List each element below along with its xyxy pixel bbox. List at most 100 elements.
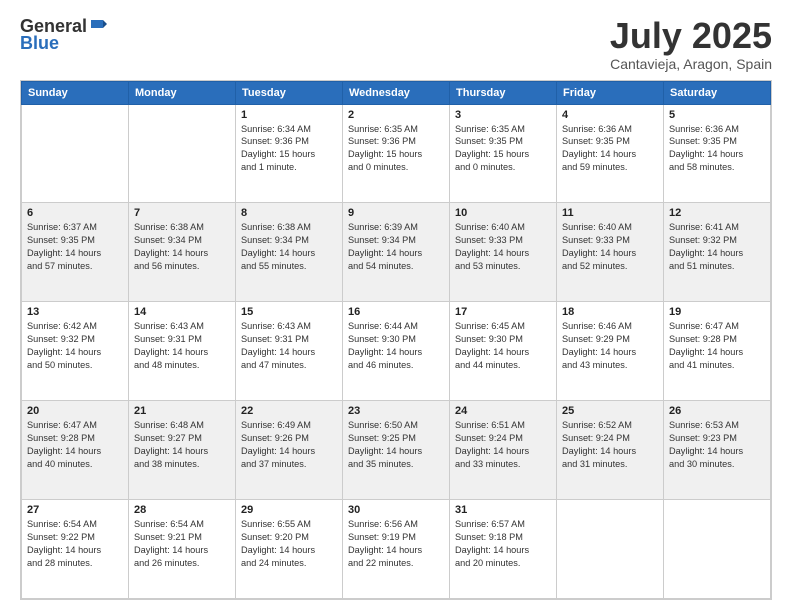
cell-day-number: 8	[241, 207, 337, 219]
cell-info-text: Sunrise: 6:50 AM Sunset: 9:25 PM Dayligh…	[348, 419, 444, 471]
calendar-cell	[129, 104, 236, 203]
cell-day-number: 25	[562, 405, 658, 417]
cell-info-text: Sunrise: 6:53 AM Sunset: 9:23 PM Dayligh…	[669, 419, 765, 471]
cell-info-text: Sunrise: 6:57 AM Sunset: 9:18 PM Dayligh…	[455, 518, 551, 570]
cell-info-text: Sunrise: 6:56 AM Sunset: 9:19 PM Dayligh…	[348, 518, 444, 570]
cell-day-number: 1	[241, 109, 337, 121]
weekday-sunday: Sunday	[22, 81, 129, 104]
calendar-cell: 28Sunrise: 6:54 AM Sunset: 9:21 PM Dayli…	[129, 500, 236, 599]
cell-info-text: Sunrise: 6:52 AM Sunset: 9:24 PM Dayligh…	[562, 419, 658, 471]
weekday-wednesday: Wednesday	[343, 81, 450, 104]
cell-info-text: Sunrise: 6:47 AM Sunset: 9:28 PM Dayligh…	[27, 419, 123, 471]
weekday-saturday: Saturday	[664, 81, 771, 104]
calendar-cell: 25 Sunrise: 6:52 AM Sunset: 9:24 PM Dayli…	[557, 401, 664, 500]
calendar-cell: 16 Sunrise: 6:44 AM Sunset: 9:30 PM Dayli…	[343, 302, 450, 401]
cell-info-text: Sunrise: 6:54 AM Sunset: 9:22 PM Dayligh…	[27, 518, 123, 570]
page: General Blue July 2025 Cantavieja, Arago…	[0, 0, 792, 612]
calendar-cell: 4 Sunrise: 6:36 AM Sunset: 9:35 PM Daylig…	[557, 104, 664, 203]
cell-info-text: Sunrise: 6:38 AM Sunset: 9:34 PM Dayligh…	[241, 221, 337, 273]
cell-day-number: 26	[669, 405, 765, 417]
cell-info-text: Sunrise: 6:36 AM Sunset: 9:35 PM Dayligh…	[669, 123, 765, 175]
cell-info-text: Sunrise: 6:44 AM Sunset: 9:30 PM Dayligh…	[348, 320, 444, 372]
cell-day-number: 14	[134, 306, 230, 318]
cell-day-number: 19	[669, 306, 765, 318]
cell-day-number: 17	[455, 306, 551, 318]
cell-info-text: Sunrise: 6:45 AM Sunset: 9:30 PM Dayligh…	[455, 320, 551, 372]
cell-day-number: 9	[348, 207, 444, 219]
cell-day-number: 20	[27, 405, 123, 417]
cell-day-number: 21	[134, 405, 230, 417]
cell-day-number: 24	[455, 405, 551, 417]
calendar-cell: 21 Sunrise: 6:48 AM Sunset: 9:27 PM Dayli…	[129, 401, 236, 500]
cell-info-text: Sunrise: 6:38 AM Sunset: 9:34 PM Dayligh…	[134, 221, 230, 273]
cell-info-text: Sunrise: 6:43 AM Sunset: 9:31 PM Dayligh…	[241, 320, 337, 372]
calendar-cell: 13Sunrise: 6:42 AM Sunset: 9:32 PM Dayli…	[22, 302, 129, 401]
calendar-week-row: 20 Sunrise: 6:47 AM Sunset: 9:28 PM Dayli…	[22, 401, 771, 500]
cell-info-text: Sunrise: 6:48 AM Sunset: 9:27 PM Dayligh…	[134, 419, 230, 471]
calendar-cell: 29 Sunrise: 6:55 AM Sunset: 9:20 PM Dayli…	[236, 500, 343, 599]
calendar-cell: 23 Sunrise: 6:50 AM Sunset: 9:25 PM Dayli…	[343, 401, 450, 500]
weekday-friday: Friday	[557, 81, 664, 104]
calendar-week-row: 6 Sunrise: 6:37 AM Sunset: 9:35 PM Daylig…	[22, 203, 771, 302]
cell-info-text: Sunrise: 6:39 AM Sunset: 9:34 PM Dayligh…	[348, 221, 444, 273]
calendar-cell: 6 Sunrise: 6:37 AM Sunset: 9:35 PM Daylig…	[22, 203, 129, 302]
cell-day-number: 7	[134, 207, 230, 219]
calendar-cell: 14 Sunrise: 6:43 AM Sunset: 9:31 PM Dayli…	[129, 302, 236, 401]
cell-info-text: Sunrise: 6:43 AM Sunset: 9:31 PM Dayligh…	[134, 320, 230, 372]
logo-blue-text: Blue	[20, 33, 59, 54]
cell-day-number: 15	[241, 306, 337, 318]
logo: General Blue	[20, 16, 109, 54]
cell-info-text: Sunrise: 6:46 AM Sunset: 9:29 PM Dayligh…	[562, 320, 658, 372]
cell-day-number: 29	[241, 504, 337, 516]
cell-day-number: 30	[348, 504, 444, 516]
calendar-cell: 10 Sunrise: 6:40 AM Sunset: 9:33 PM Dayli…	[450, 203, 557, 302]
calendar-cell: 19Sunrise: 6:47 AM Sunset: 9:28 PM Dayli…	[664, 302, 771, 401]
calendar-cell: 17 Sunrise: 6:45 AM Sunset: 9:30 PM Dayli…	[450, 302, 557, 401]
weekday-monday: Monday	[129, 81, 236, 104]
calendar-cell	[557, 500, 664, 599]
cell-info-text: Sunrise: 6:37 AM Sunset: 9:35 PM Dayligh…	[27, 221, 123, 273]
calendar-week-row: 27Sunrise: 6:54 AM Sunset: 9:22 PM Dayli…	[22, 500, 771, 599]
calendar-cell: 31 Sunrise: 6:57 AM Sunset: 9:18 PM Dayli…	[450, 500, 557, 599]
cell-info-text: Sunrise: 6:55 AM Sunset: 9:20 PM Dayligh…	[241, 518, 337, 570]
calendar-cell: 30 Sunrise: 6:56 AM Sunset: 9:19 PM Dayli…	[343, 500, 450, 599]
cell-day-number: 11	[562, 207, 658, 219]
header: General Blue July 2025 Cantavieja, Arago…	[20, 16, 772, 72]
cell-info-text: Sunrise: 6:42 AM Sunset: 9:32 PM Dayligh…	[27, 320, 123, 372]
calendar-cell	[22, 104, 129, 203]
calendar-cell: 12Sunrise: 6:41 AM Sunset: 9:32 PM Dayli…	[664, 203, 771, 302]
cell-info-text: Sunrise: 6:35 AM Sunset: 9:35 PM Dayligh…	[455, 123, 551, 175]
cell-day-number: 4	[562, 109, 658, 121]
calendar-cell: 24 Sunrise: 6:51 AM Sunset: 9:24 PM Dayli…	[450, 401, 557, 500]
cell-info-text: Sunrise: 6:34 AM Sunset: 9:36 PM Dayligh…	[241, 123, 337, 175]
calendar-cell: 9 Sunrise: 6:39 AM Sunset: 9:34 PM Daylig…	[343, 203, 450, 302]
calendar-cell: 18 Sunrise: 6:46 AM Sunset: 9:29 PM Dayli…	[557, 302, 664, 401]
cell-info-text: Sunrise: 6:49 AM Sunset: 9:26 PM Dayligh…	[241, 419, 337, 471]
cell-day-number: 16	[348, 306, 444, 318]
cell-day-number: 6	[27, 207, 123, 219]
cell-info-text: Sunrise: 6:35 AM Sunset: 9:36 PM Dayligh…	[348, 123, 444, 175]
calendar-cell	[664, 500, 771, 599]
cell-day-number: 18	[562, 306, 658, 318]
calendar-cell: 15 Sunrise: 6:43 AM Sunset: 9:31 PM Dayli…	[236, 302, 343, 401]
weekday-header-row: SundayMondayTuesdayWednesdayThursdayFrid…	[22, 81, 771, 104]
calendar-week-row: 1 Sunrise: 6:34 AM Sunset: 9:36 PM Daylig…	[22, 104, 771, 203]
cell-info-text: Sunrise: 6:41 AM Sunset: 9:32 PM Dayligh…	[669, 221, 765, 273]
cell-day-number: 2	[348, 109, 444, 121]
cell-info-text: Sunrise: 6:36 AM Sunset: 9:35 PM Dayligh…	[562, 123, 658, 175]
calendar-week-row: 13Sunrise: 6:42 AM Sunset: 9:32 PM Dayli…	[22, 302, 771, 401]
cell-day-number: 3	[455, 109, 551, 121]
cell-info-text: Sunrise: 6:40 AM Sunset: 9:33 PM Dayligh…	[455, 221, 551, 273]
calendar-cell: 7 Sunrise: 6:38 AM Sunset: 9:34 PM Daylig…	[129, 203, 236, 302]
cell-day-number: 23	[348, 405, 444, 417]
calendar-cell: 2 Sunrise: 6:35 AM Sunset: 9:36 PM Daylig…	[343, 104, 450, 203]
title-block: July 2025 Cantavieja, Aragon, Spain	[610, 16, 772, 72]
location: Cantavieja, Aragon, Spain	[610, 56, 772, 72]
weekday-thursday: Thursday	[450, 81, 557, 104]
cell-day-number: 10	[455, 207, 551, 219]
cell-info-text: Sunrise: 6:51 AM Sunset: 9:24 PM Dayligh…	[455, 419, 551, 471]
calendar-cell: 1 Sunrise: 6:34 AM Sunset: 9:36 PM Daylig…	[236, 104, 343, 203]
cell-day-number: 31	[455, 504, 551, 516]
calendar-cell: 5Sunrise: 6:36 AM Sunset: 9:35 PM Daylig…	[664, 104, 771, 203]
calendar-cell: 3 Sunrise: 6:35 AM Sunset: 9:35 PM Daylig…	[450, 104, 557, 203]
